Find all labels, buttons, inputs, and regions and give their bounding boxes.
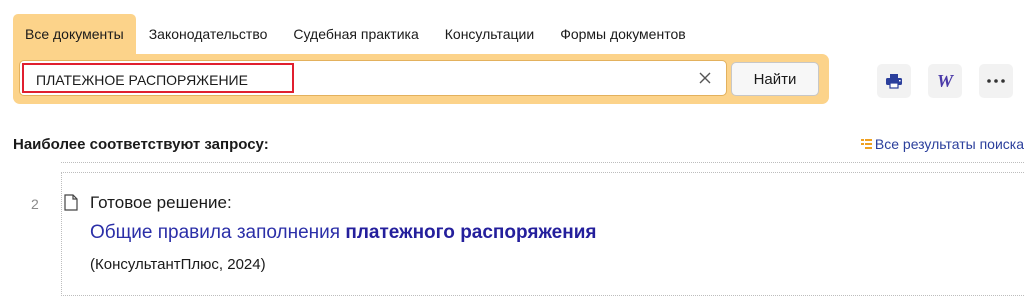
more-dots-icon[interactable] [979,64,1013,98]
more-dots-glyph [987,79,1005,83]
tab-legislation[interactable]: Законодательство [136,14,281,54]
results-list-icon [860,139,872,149]
printer-icon[interactable] [877,64,911,98]
tab-consultations[interactable]: Консультации [432,14,547,54]
result-title-bold[interactable]: платежного распоряжения [345,222,596,243]
tab-all-documents[interactable]: Все документы [13,14,136,54]
document-icon [64,194,78,211]
printer-glyph [886,74,902,89]
close-icon[interactable] [692,65,718,91]
search-tabs: Все документы Законодательство Судебная … [13,14,699,54]
results-divider [61,162,1024,163]
search-panel: ПЛАТЕЖНОЕ РАСПОРЯЖЕНИЕ Найти [13,54,829,104]
word-glyph: W [936,70,953,91]
search-input[interactable]: ПЛАТЕЖНОЕ РАСПОРЯЖЕНИЕ [22,63,294,93]
search-input-box[interactable]: ПЛАТЕЖНОЕ РАСПОРЯЖЕНИЕ [19,60,727,96]
find-button[interactable]: Найти [731,62,819,96]
word-export-icon[interactable]: W [928,64,962,98]
result-type: Готовое решение: [90,193,232,212]
all-results-link[interactable]: Все результаты поиска [860,136,1024,152]
clear-search-glyph [699,72,711,84]
result-number: 2 [31,196,39,212]
all-results-label[interactable]: Все результаты поиска [875,136,1024,152]
results-heading: Наиболее соответствуют запросу: [13,136,269,153]
result-title-link[interactable]: Общие правила заполнения платежного расп… [90,222,597,244]
result-source: (КонсультантПлюс, 2024) [90,256,266,273]
result-title-plain[interactable]: Общие правила заполнения [90,222,345,243]
tab-document-forms[interactable]: Формы документов [547,14,699,54]
tab-court-practice[interactable]: Судебная практика [280,14,431,54]
